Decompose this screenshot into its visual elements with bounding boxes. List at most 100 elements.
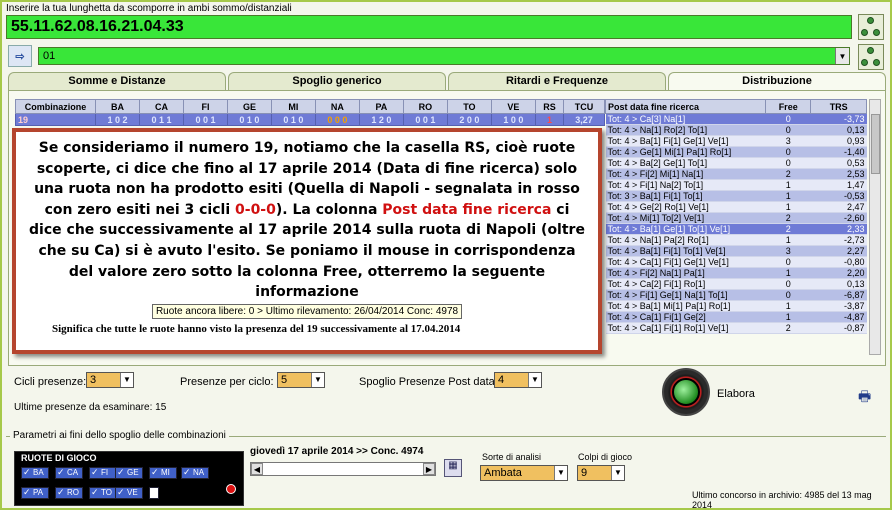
tab-spoglio[interactable]: Spoglio generico [228,72,446,90]
chevron-down-icon[interactable]: ▼ [120,373,133,387]
free-cell[interactable]: 1 [765,267,811,279]
free-cell[interactable]: 0 [765,146,811,158]
table-row[interactable]: Tot: 4 > Ca[1] Fi[1] Ge[2] 1 -4,87 [605,311,867,323]
date-slider[interactable]: ◀ ▶ [250,462,436,476]
lunghetta-input[interactable]: 55.11.62.08.16.21.04.33 [6,15,852,39]
free-cell[interactable]: 0 [765,124,811,136]
tab-distribuzione[interactable]: Distribuzione [668,72,886,90]
table-row[interactable]: Tot: 4 > Fi[1] Na[2] To[1] 1 1,47 [605,179,867,191]
table-row[interactable]: Tot: 4 > Ca[3] Na[1] 0 -3,73 [605,113,867,125]
ruota-checkbox[interactable]: TO [89,487,117,499]
col-header[interactable]: MI [270,99,316,114]
table-row[interactable]: Tot: 4 > Ba[1] Fi[1] Ge[1] Ve[1] 3 0,93 [605,135,867,147]
col-header[interactable]: RO [402,99,448,114]
ruota-checkbox[interactable]: NA [181,467,209,479]
free-cell[interactable]: 1 [765,311,811,323]
free-cell[interactable]: 2 [765,212,811,224]
table-row[interactable]: Tot: 4 > Na[1] Ro[2] To[1] 0 0,13 [605,124,867,136]
ruota-checkbox[interactable]: CA [55,467,83,479]
free-cell[interactable]: 1 [765,179,811,191]
free-cell[interactable]: 1 [765,190,811,202]
table-row[interactable]: Tot: 4 > Ba[1] Fi[1] To[1] Ve[1] 3 2,27 [605,245,867,257]
free-cell[interactable]: 0 [765,256,811,268]
table-row[interactable]: Tot: 4 > Mi[1] To[2] Ve[1] 2 -2,60 [605,212,867,224]
table-row[interactable]: Tot: 4 > Ge[1] Mi[1] Pa[1] Ro[1] 0 -1,40 [605,146,867,158]
free-cell[interactable]: 3 [765,135,811,147]
table-row[interactable]: Tot: 4 > Ba[1] Ge[1] To[1] Ve[1] 2 2,33 [605,223,867,235]
chevron-down-icon[interactable]: ▼ [528,373,541,387]
col-header[interactable]: TCU [563,99,605,114]
arrow-right-icon[interactable]: ▶ [423,463,435,475]
ruota-checkbox[interactable]: VE [115,487,143,499]
printer-icon[interactable]: 🖶 [858,386,876,404]
import-icon[interactable]: ⇨ [8,45,32,67]
scroll-thumb[interactable] [871,114,880,174]
free-cell[interactable]: 2 [765,223,811,235]
combine-button-2[interactable] [858,44,884,70]
ruota-checkbox[interactable]: FI [89,467,117,479]
ruota-checkbox-nazionale[interactable] [149,487,159,499]
table-row[interactable]: Tot: 4 > Ca[1] Fi[1] Ro[1] Ve[1] 2 -0,87 [605,322,867,334]
col-header[interactable]: Free [764,99,812,114]
ruota-checkbox[interactable]: RO [55,487,83,499]
tab-ritardi[interactable]: Ritardi e Frequenze [448,72,666,90]
selection-dropdown[interactable]: 01 ▼ [38,47,850,65]
elabora-button[interactable] [662,368,710,416]
free-cell[interactable]: 0 [765,113,811,125]
ruota-checkbox[interactable]: MI [149,467,177,479]
ruota-checkbox[interactable]: GE [115,467,143,479]
table-row[interactable]: Tot: 4 > Ca[1] Fi[1] Ge[1] Ve[1] 0 -0,80 [605,256,867,268]
params-legend: Parametri ai fini dello spoglio delle co… [10,430,229,441]
free-cell[interactable]: 0 [765,278,811,290]
combine-button[interactable] [858,14,884,40]
col-header[interactable]: GE [226,99,272,114]
presenze-select[interactable]: 5 ▼ [277,372,325,388]
colpi-select[interactable]: 9 ▼ [577,465,625,481]
col-header[interactable]: CA [138,99,184,114]
chevron-down-icon[interactable]: ▼ [611,466,624,480]
col-header[interactable]: Combinazione [15,99,96,114]
free-cell[interactable]: 0 [765,289,811,301]
col-header[interactable]: NA [314,99,360,114]
free-cell[interactable]: 0 [765,157,811,169]
sorte-select[interactable]: Ambata ▼ [480,465,568,481]
free-cell[interactable]: 1 [765,300,811,312]
free-cell[interactable]: 1 [765,201,811,213]
free-cell[interactable]: 2 [765,322,811,334]
col-header[interactable]: TO [446,99,492,114]
chevron-down-icon[interactable]: ▼ [554,466,567,480]
free-cell[interactable]: 3 [765,245,811,257]
table-row[interactable]: Tot: 4 > Ba[2] Ge[1] To[1] 0 0,53 [605,157,867,169]
table-row[interactable]: Tot: 4 > Ba[1] Mi[1] Pa[1] Ro[1] 1 -3,87 [605,300,867,312]
table-row[interactable]: Tot: 4 > Fi[2] Mi[1] Na[1] 2 2,53 [605,168,867,180]
free-cell[interactable]: 1 [765,234,811,246]
calculator-icon[interactable]: ▦ [444,459,462,477]
col-header[interactable]: Post data fine ricerca [605,99,766,114]
post-data-cell: Tot: 4 > Na[1] Ro[2] To[1] [605,124,766,136]
cicli-select[interactable]: 3 ▼ [86,372,134,388]
chevron-down-icon[interactable]: ▼ [311,373,324,387]
col-header[interactable]: TRS [810,99,867,114]
table-row[interactable]: Tot: 4 > Fi[2] Na[1] Pa[1] 1 2,20 [605,267,867,279]
col-header[interactable]: VE [490,99,536,114]
post-data-cell: Tot: 4 > Ba[1] Mi[1] Pa[1] Ro[1] [605,300,766,312]
clear-icon[interactable] [226,484,236,494]
free-cell[interactable]: 2 [765,168,811,180]
table-row[interactable]: Tot: 4 > Fi[1] Ge[1] Na[1] To[1] 0 -6,87 [605,289,867,301]
col-header[interactable]: BA [95,99,140,114]
table-row[interactable]: Tot: 4 > Ca[2] Fi[1] Ro[1] 0 0,13 [605,278,867,290]
col-header[interactable]: RS [534,99,565,114]
col-header[interactable]: FI [182,99,228,114]
spoglio-select[interactable]: 4 ▼ [494,372,542,388]
tab-somme[interactable]: Somme e Distanze [8,72,226,90]
arrow-left-icon[interactable]: ◀ [251,463,263,475]
table-row[interactable]: Tot: 4 > Na[1] Pa[2] Ro[1] 1 -2,73 [605,234,867,246]
col-header[interactable]: PA [358,99,404,114]
grid-scrollbar[interactable] [869,99,881,355]
ruota-checkbox[interactable]: PA [21,487,49,499]
table-row[interactable]: Tot: 4 > Ge[2] Ro[1] Ve[1] 1 2,47 [605,201,867,213]
ruota-checkbox[interactable]: BA [21,467,49,479]
chevron-down-icon[interactable]: ▼ [835,48,849,64]
table-row[interactable]: Tot: 3 > Ba[1] Fi[1] To[1] 1 -0,53 [605,190,867,202]
table-row[interactable]: 19 1 0 2 0 1 1 0 0 1 0 1 0 0 1 0 0 0 0 1… [15,113,605,126]
